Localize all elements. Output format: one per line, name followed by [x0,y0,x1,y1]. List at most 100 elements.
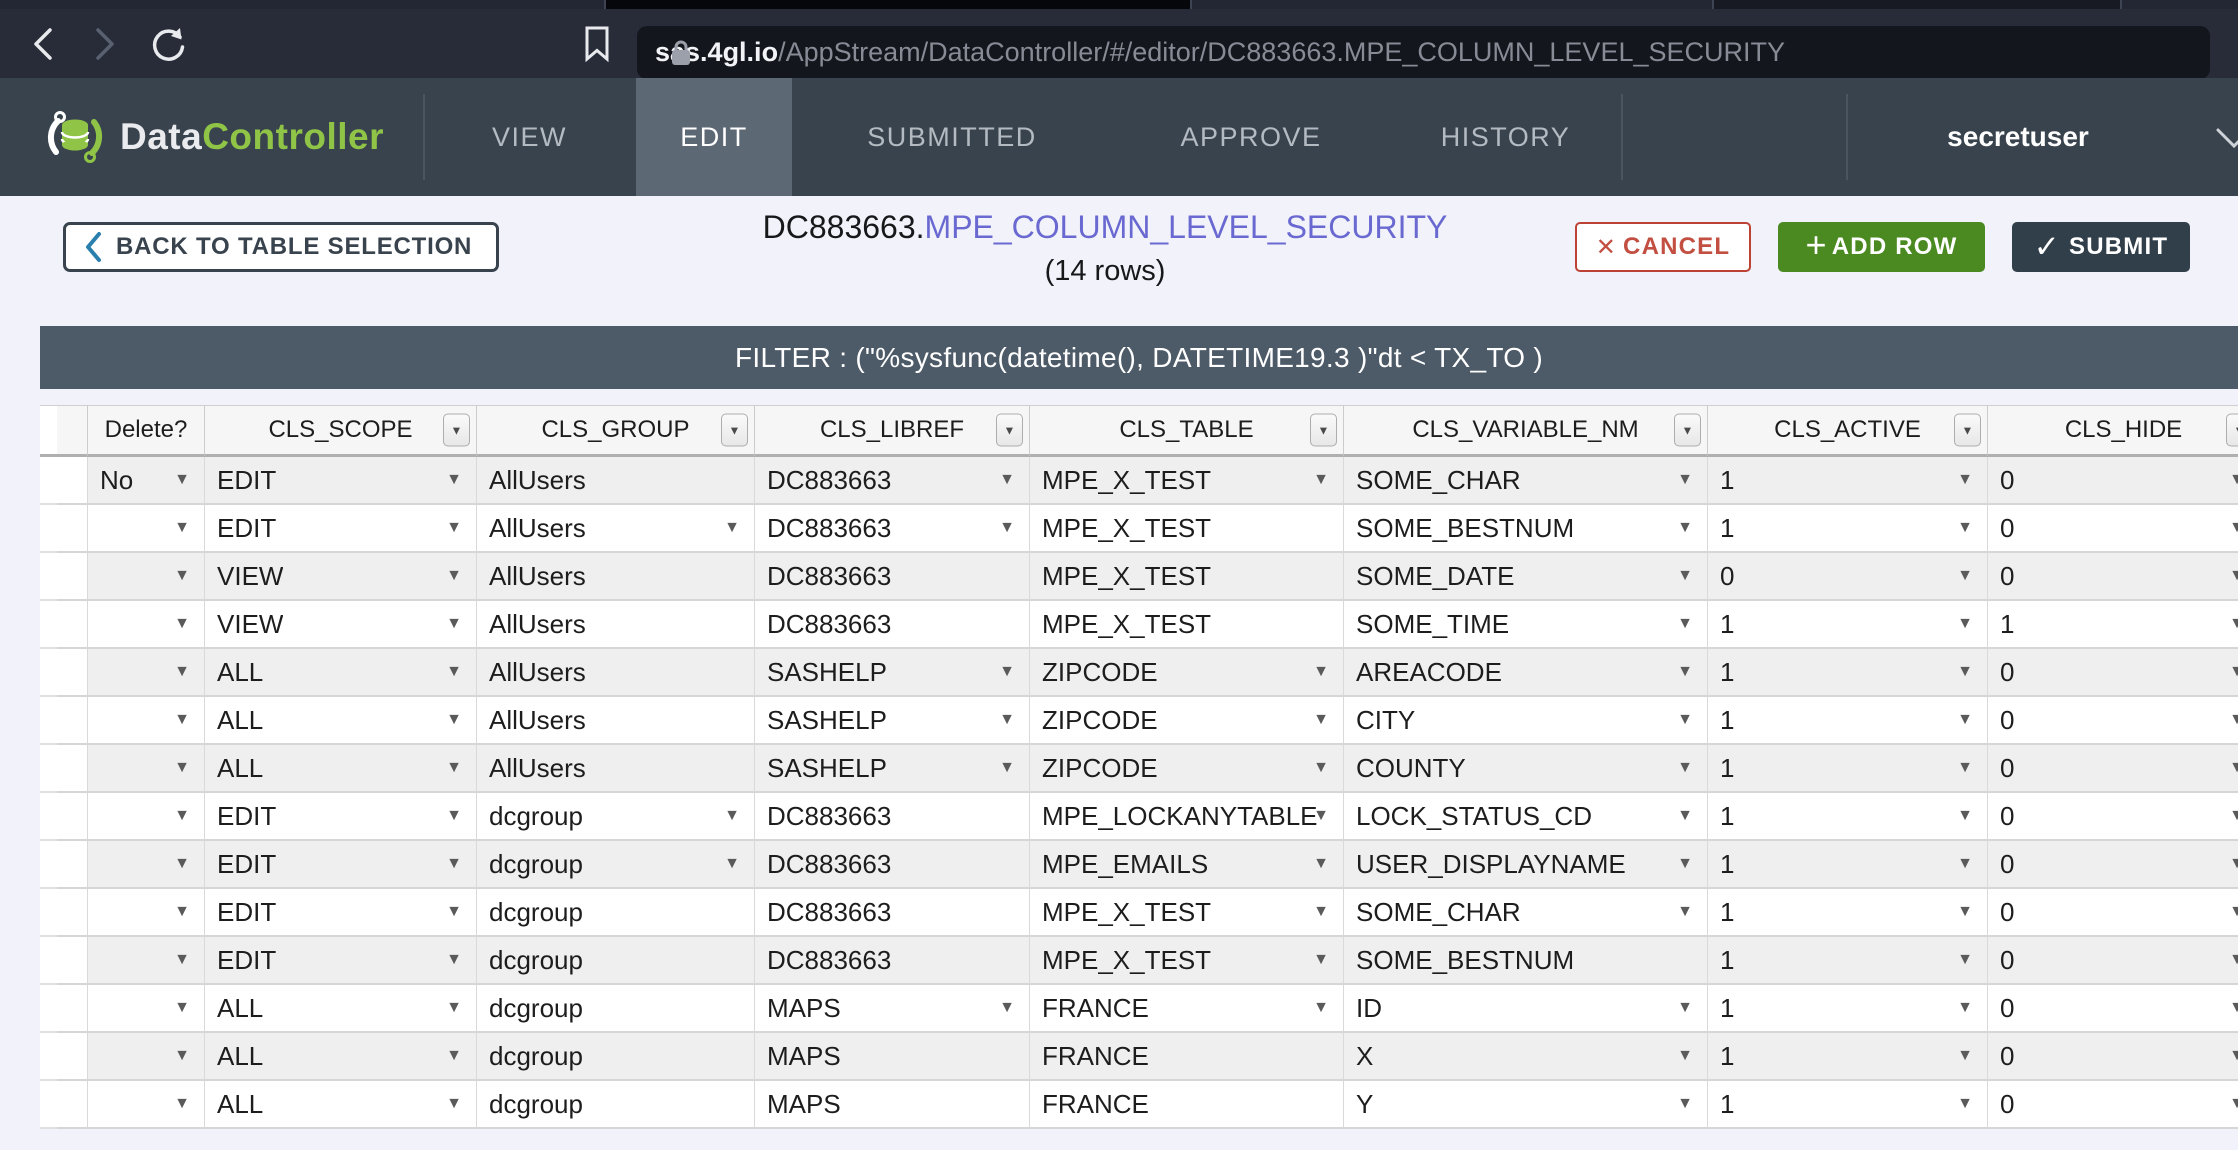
table-cell[interactable]: No▼ [88,457,205,505]
cell-dropdown-arrow[interactable]: ▼ [999,519,1015,537]
table-cell[interactable]: AllUsers [477,745,755,793]
cell-dropdown-arrow[interactable]: ▼ [2229,471,2238,489]
table-cell[interactable]: AllUsers▼ [477,505,755,553]
table-cell[interactable]: FRANCE▼ [1030,985,1344,1033]
table-cell[interactable]: MPE_X_TEST▼ [1030,457,1344,505]
table-cell[interactable]: 1▼ [1988,601,2238,649]
cell-dropdown-arrow[interactable]: ▼ [174,711,190,729]
table-cell[interactable]: SOME_DATE▼ [1344,553,1708,601]
table-cell[interactable]: EDIT▼ [205,889,477,937]
table-cell[interactable]: 1▼ [1708,649,1988,697]
column-filter-button[interactable]: ▼ [443,414,470,447]
table-cell[interactable]: AllUsers [477,553,755,601]
cell-dropdown-arrow[interactable]: ▼ [1313,951,1329,969]
cell-dropdown-arrow[interactable]: ▼ [1677,903,1693,921]
table-cell[interactable]: VIEW▼ [205,553,477,601]
table-cell[interactable]: SOME_CHAR▼ [1344,457,1708,505]
cell-dropdown-arrow[interactable]: ▼ [724,855,740,873]
cell-dropdown-arrow[interactable]: ▼ [174,759,190,777]
row-handle[interactable] [57,841,88,889]
column-header-cls-group[interactable]: CLS_GROUP▼ [477,405,755,457]
cell-dropdown-arrow[interactable]: ▼ [1957,999,1973,1017]
table-cell[interactable]: ALL▼ [205,745,477,793]
cell-dropdown-arrow[interactable]: ▼ [174,1095,190,1113]
table-cell[interactable]: EDIT▼ [205,505,477,553]
cell-dropdown-arrow[interactable]: ▼ [999,471,1015,489]
table-cell[interactable]: FRANCE [1030,1081,1344,1129]
cell-dropdown-arrow[interactable]: ▼ [2229,855,2238,873]
column-filter-button[interactable]: ▼ [1674,414,1701,447]
table-cell[interactable]: EDIT▼ [205,841,477,889]
cell-dropdown-arrow[interactable]: ▼ [1677,663,1693,681]
table-cell[interactable]: SOME_BESTNUM [1344,937,1708,985]
submit-button[interactable]: ✓SUBMIT [2012,222,2190,272]
table-cell[interactable]: 0▼ [1988,697,2238,745]
cell-dropdown-arrow[interactable]: ▼ [1677,519,1693,537]
cell-dropdown-arrow[interactable]: ▼ [1677,615,1693,633]
cell-dropdown-arrow[interactable]: ▼ [2229,807,2238,825]
table-cell[interactable]: EDIT▼ [205,937,477,985]
table-cell[interactable]: 0▼ [1988,1033,2238,1081]
cell-dropdown-arrow[interactable]: ▼ [174,567,190,585]
cell-dropdown-arrow[interactable]: ▼ [446,711,462,729]
table-cell[interactable]: 0▼ [1988,457,2238,505]
table-cell[interactable]: ▼ [88,889,205,937]
cell-dropdown-arrow[interactable]: ▼ [174,951,190,969]
table-cell[interactable]: 0▼ [1708,553,1988,601]
cell-dropdown-arrow[interactable]: ▼ [2229,615,2238,633]
cell-dropdown-arrow[interactable]: ▼ [1313,903,1329,921]
cell-dropdown-arrow[interactable]: ▼ [174,1047,190,1065]
table-cell[interactable]: MAPS [755,1081,1030,1129]
cell-dropdown-arrow[interactable]: ▼ [446,903,462,921]
cell-dropdown-arrow[interactable]: ▼ [999,999,1015,1017]
table-cell[interactable]: MPE_EMAILS▼ [1030,841,1344,889]
table-cell[interactable]: ▼ [88,601,205,649]
row-handle[interactable] [57,745,88,793]
cell-dropdown-arrow[interactable]: ▼ [446,855,462,873]
table-cell[interactable]: 1▼ [1708,985,1988,1033]
cell-dropdown-arrow[interactable]: ▼ [446,519,462,537]
column-header-cls-active[interactable]: CLS_ACTIVE▼ [1708,405,1988,457]
table-cell[interactable]: MAPS [755,1033,1030,1081]
table-cell[interactable]: AllUsers [477,601,755,649]
table-cell[interactable]: ▼ [88,505,205,553]
table-cell[interactable]: ZIPCODE▼ [1030,649,1344,697]
table-cell[interactable]: ▼ [88,841,205,889]
cell-dropdown-arrow[interactable]: ▼ [1677,807,1693,825]
table-cell[interactable]: X▼ [1344,1033,1708,1081]
table-cell[interactable]: ALL▼ [205,985,477,1033]
cell-dropdown-arrow[interactable]: ▼ [2229,1047,2238,1065]
cell-dropdown-arrow[interactable]: ▼ [1957,711,1973,729]
row-handle[interactable] [57,553,88,601]
table-cell[interactable]: AREACODE▼ [1344,649,1708,697]
cell-dropdown-arrow[interactable]: ▼ [2229,999,2238,1017]
cell-dropdown-arrow[interactable]: ▼ [1957,1047,1973,1065]
cell-dropdown-arrow[interactable]: ▼ [174,663,190,681]
cell-dropdown-arrow[interactable]: ▼ [174,519,190,537]
cell-dropdown-arrow[interactable]: ▼ [446,759,462,777]
table-cell[interactable]: ▼ [88,985,205,1033]
table-cell[interactable]: SASHELP▼ [755,697,1030,745]
user-chevron-down-icon[interactable] [2212,122,2238,152]
table-cell[interactable]: DC883663 [755,601,1030,649]
cell-dropdown-arrow[interactable]: ▼ [2229,951,2238,969]
table-cell[interactable]: CITY▼ [1344,697,1708,745]
cell-dropdown-arrow[interactable]: ▼ [1957,951,1973,969]
cell-dropdown-arrow[interactable]: ▼ [1313,711,1329,729]
table-cell[interactable]: MPE_X_TEST [1030,553,1344,601]
cell-dropdown-arrow[interactable]: ▼ [1677,855,1693,873]
table-cell[interactable]: dcgroup▼ [477,793,755,841]
table-cell[interactable]: 1▼ [1708,457,1988,505]
column-filter-button[interactable]: ▼ [1954,414,1981,447]
tab-history[interactable]: HISTORY [1390,78,1621,196]
table-cell[interactable]: MPE_X_TEST▼ [1030,937,1344,985]
table-cell[interactable]: DC883663 [755,553,1030,601]
cell-dropdown-arrow[interactable]: ▼ [446,471,462,489]
table-cell[interactable]: Y▼ [1344,1081,1708,1129]
table-cell[interactable]: 0▼ [1988,841,2238,889]
table-cell[interactable]: DC883663▼ [755,457,1030,505]
table-cell[interactable]: AllUsers [477,697,755,745]
cell-dropdown-arrow[interactable]: ▼ [1957,471,1973,489]
refresh-icon[interactable] [150,25,188,63]
cell-dropdown-arrow[interactable]: ▼ [2229,567,2238,585]
